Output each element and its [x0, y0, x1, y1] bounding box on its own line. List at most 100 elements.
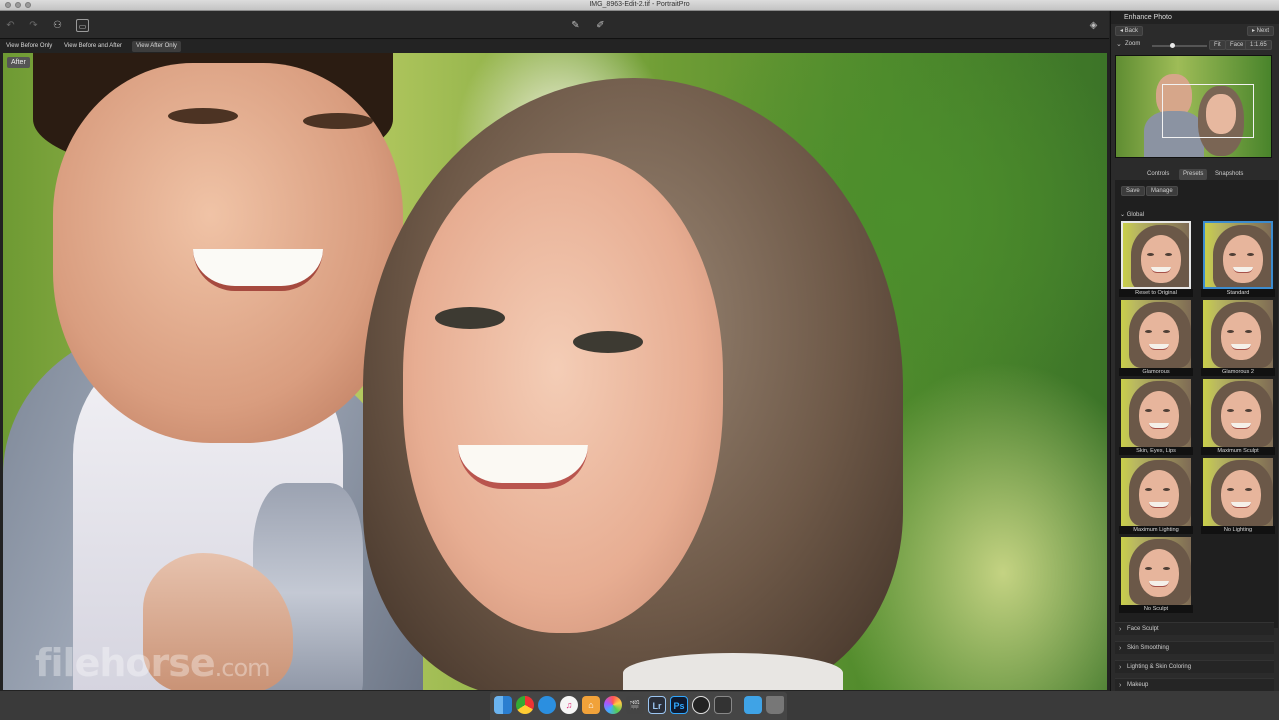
preset-label: Skin, Eyes, Lips: [1119, 447, 1193, 455]
tab-view-before-and-after[interactable]: View Before and After: [60, 41, 126, 52]
navigator-viewport-rect[interactable]: [1162, 84, 1254, 138]
woman-dress: [623, 653, 843, 690]
preset-label: Standard: [1201, 289, 1275, 297]
preset-tile[interactable]: Maximum Sculpt: [1201, 379, 1279, 456]
preset-face: [1221, 470, 1261, 518]
portraitpro-window: IMG_8963-Edit-2.tif - PortraitPro ↶ ↷ ⚇ …: [0, 0, 1279, 720]
chrome-icon[interactable]: [516, 696, 534, 714]
enhance-panel: Enhance Photo ◂ Back ▸ Next ⌄ Zoom Fit F…: [1110, 11, 1279, 691]
preset-tile[interactable]: No Lighting: [1201, 458, 1279, 535]
preset-label: Maximum Lighting: [1119, 526, 1193, 534]
layers-icon[interactable]: ◈: [1087, 19, 1100, 32]
preset-eye: [1163, 409, 1170, 412]
main-toolbar: ↶ ↷ ⚇ ▭ ✎ ✐ ◈: [0, 11, 1109, 39]
preset-thumbnail[interactable]: [1121, 537, 1191, 605]
portraitpro-icon[interactable]: [714, 696, 732, 714]
section-makeup[interactable]: › Makeup: [1115, 678, 1274, 691]
photo-canvas[interactable]: After filehorse.com: [3, 53, 1107, 690]
tab-presets[interactable]: Presets: [1179, 169, 1208, 180]
preset-eye: [1245, 330, 1252, 333]
section-lighting-skin-coloring[interactable]: › Lighting & Skin Coloring: [1115, 660, 1274, 673]
zoom-ratio-field[interactable]: 1:1.65: [1245, 40, 1272, 50]
brush-restore-icon[interactable]: ✎: [569, 19, 582, 32]
preset-tile[interactable]: Reset to Original: [1119, 221, 1197, 298]
preset-smile: [1149, 581, 1169, 587]
redo-icon[interactable]: ↷: [27, 19, 40, 32]
preset-face: [1139, 470, 1179, 518]
preset-face: [1221, 391, 1261, 439]
tab-view-after-only[interactable]: View After Only: [132, 41, 181, 52]
tab-view-before-only[interactable]: View Before Only: [2, 41, 56, 52]
woman-face: [403, 153, 723, 633]
tab-snapshots[interactable]: Snapshots: [1211, 169, 1247, 180]
home-icon[interactable]: ⌂: [582, 696, 600, 714]
tab-controls[interactable]: Controls: [1143, 169, 1173, 180]
preset-smile: [1233, 267, 1253, 273]
chevron-right-icon: ›: [1119, 626, 1122, 633]
global-section-header[interactable]: ⌄ Global: [1120, 211, 1144, 218]
brush-apply-icon[interactable]: ✐: [594, 19, 607, 32]
preset-tile[interactable]: Skin, Eyes, Lips: [1119, 379, 1197, 456]
preset-eye: [1165, 253, 1172, 256]
undo-icon[interactable]: ↶: [4, 19, 17, 32]
trash-icon[interactable]: [766, 696, 784, 714]
preset-thumbnail[interactable]: [1203, 221, 1273, 289]
preset-eye: [1147, 253, 1154, 256]
photoshop-icon[interactable]: Ps: [670, 696, 688, 714]
man-right-eye: [303, 113, 373, 129]
preset-thumbnail[interactable]: [1121, 379, 1191, 447]
image-panel-icon[interactable]: ▭: [76, 19, 89, 32]
folder-icon[interactable]: [744, 696, 762, 714]
preset-eye: [1163, 567, 1170, 570]
chevron-down-icon[interactable]: ⌄: [1116, 40, 1122, 48]
lightroom-icon[interactable]: Lr: [648, 696, 666, 714]
preset-thumbnail[interactable]: [1121, 221, 1191, 289]
preset-eye: [1229, 253, 1236, 256]
back-button[interactable]: ◂ Back: [1115, 26, 1144, 36]
preset-eye: [1227, 330, 1234, 333]
messenger-icon[interactable]: [538, 696, 556, 714]
obs-icon[interactable]: [692, 696, 710, 714]
zoom-slider[interactable]: [1152, 43, 1207, 48]
navigator-thumbnail[interactable]: [1115, 55, 1272, 158]
preset-face: [1221, 312, 1261, 360]
preset-tile[interactable]: Glamorous: [1119, 300, 1197, 377]
finder-icon[interactable]: [494, 696, 512, 714]
preset-tile[interactable]: Maximum Lighting: [1119, 458, 1197, 535]
preset-smile: [1151, 267, 1171, 273]
preset-eye: [1145, 409, 1152, 412]
final-cut-icon[interactable]: 🎬: [626, 696, 644, 714]
preset-thumbnail[interactable]: [1121, 300, 1191, 368]
zoom-slider-knob[interactable]: [1170, 43, 1175, 48]
preset-face: [1141, 235, 1181, 283]
preset-tile[interactable]: Glamorous 2: [1201, 300, 1279, 377]
mac-dock: ♫ ⌂ 🎬 Lr Ps: [490, 692, 787, 720]
chevron-right-icon: ›: [1119, 664, 1122, 671]
chevron-down-icon: ⌄: [1120, 212, 1127, 218]
preset-thumbnail[interactable]: [1203, 300, 1273, 368]
preset-eye: [1145, 567, 1152, 570]
preset-smile: [1149, 423, 1169, 429]
section-skin-smoothing[interactable]: › Skin Smoothing: [1115, 641, 1274, 654]
next-button[interactable]: ▸ Next: [1247, 26, 1275, 36]
manage-presets-button[interactable]: Manage: [1146, 186, 1178, 196]
preset-face: [1139, 312, 1179, 360]
preset-eye: [1163, 330, 1170, 333]
preset-tile[interactable]: Standard: [1201, 221, 1279, 298]
itunes-icon[interactable]: ♫: [560, 696, 578, 714]
preset-thumbnail[interactable]: [1203, 379, 1273, 447]
section-face-sculpt[interactable]: › Face Sculpt: [1115, 622, 1274, 635]
preset-tile[interactable]: No Sculpt: [1119, 537, 1197, 614]
zoom-fit-button[interactable]: Fit: [1209, 40, 1226, 50]
photos-icon[interactable]: [604, 696, 622, 714]
save-preset-button[interactable]: Save: [1121, 186, 1145, 196]
chevron-right-icon: ›: [1119, 645, 1122, 652]
preset-thumbnail[interactable]: [1121, 458, 1191, 526]
add-person-icon[interactable]: ⚇: [51, 19, 64, 32]
preset-label: Maximum Sculpt: [1201, 447, 1275, 455]
preset-face: [1139, 391, 1179, 439]
preset-thumbnail[interactable]: [1203, 458, 1273, 526]
filehorse-watermark: filehorse.com: [35, 641, 271, 685]
presets-panel: Save Manage ⌄ Global Reset to Original St…: [1115, 180, 1278, 628]
man-left-eye: [168, 108, 238, 124]
